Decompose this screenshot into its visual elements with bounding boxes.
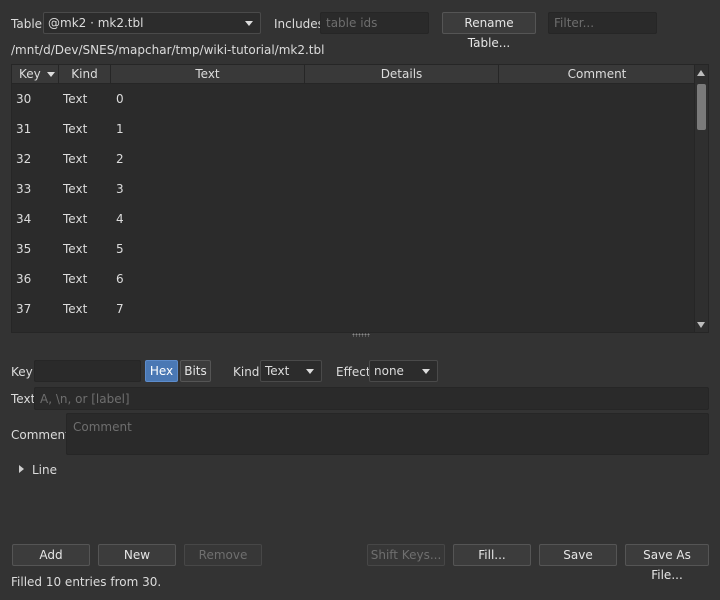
entries-table[interactable]: Key Kind Text Details Comment 30 Text 0 … [11, 64, 709, 333]
column-header-details-label: Details [380, 67, 423, 81]
cell-key: 32 [16, 152, 32, 166]
table-row[interactable]: 34 Text 4 [12, 204, 695, 234]
chevron-down-icon [422, 369, 430, 374]
table-header: Key Kind Text Details Comment [12, 65, 695, 84]
cell-text: 4 [116, 212, 124, 226]
cell-kind: Text [63, 242, 88, 256]
cell-key: 31 [16, 122, 32, 136]
kind-label: Kind [233, 365, 260, 379]
new-button[interactable]: New [98, 544, 176, 566]
chevron-down-icon [245, 21, 253, 26]
sort-descending-icon [47, 72, 55, 77]
cell-kind: Text [63, 272, 88, 286]
cell-kind: Text [63, 324, 87, 332]
cell-key: 33 [16, 182, 32, 196]
cell-key: 34 [16, 212, 32, 226]
key-label: Key [11, 365, 33, 379]
column-header-comment-label: Comment [567, 67, 627, 81]
cell-kind: Text [63, 152, 88, 166]
fill-button[interactable]: Fill... [453, 544, 531, 566]
table-row[interactable]: 38 Text 8 [12, 324, 695, 332]
cell-key: 36 [16, 272, 32, 286]
status-text: Filled 10 entries from 30. [11, 575, 162, 589]
scroll-up-icon[interactable] [697, 70, 705, 76]
splitter-grip-icon[interactable] [352, 333, 370, 337]
comment-label: Comment [11, 428, 70, 442]
table-row[interactable]: 32 Text 2 [12, 144, 695, 174]
filter-input[interactable] [548, 12, 657, 34]
effect-select-value: none [374, 364, 404, 378]
bits-toggle-button[interactable]: Bits [180, 360, 211, 382]
includes-input[interactable] [320, 12, 429, 34]
line-expander[interactable]: Line [18, 462, 68, 478]
kind-select-value: Text [265, 364, 290, 378]
text-input[interactable] [34, 387, 709, 410]
table-row[interactable]: 31 Text 1 [12, 114, 695, 144]
comment-textarea[interactable] [66, 413, 709, 455]
cell-key: 37 [16, 302, 32, 316]
column-header-comment[interactable]: Comment [499, 65, 695, 84]
add-button[interactable]: Add [12, 544, 90, 566]
column-header-key[interactable]: Key [12, 65, 59, 84]
hex-toggle-button[interactable]: Hex [145, 360, 178, 382]
table-row[interactable]: 30 Text 0 [12, 84, 695, 114]
kind-select[interactable]: Text [260, 360, 322, 382]
table-select-value: @mk2 · mk2.tbl [48, 16, 144, 30]
cell-kind: Text [63, 92, 88, 106]
remove-button[interactable]: Remove [184, 544, 262, 566]
column-header-kind-label: Kind [71, 67, 98, 81]
column-header-details[interactable]: Details [305, 65, 499, 84]
cell-text: 0 [116, 92, 124, 106]
cell-text: 7 [116, 302, 124, 316]
effect-label: Effect [336, 365, 371, 379]
save-as-file-button[interactable]: Save As File... [625, 544, 709, 582]
column-header-text-label: Text [195, 67, 220, 81]
cell-kind: Text [63, 122, 88, 136]
file-path: /mnt/d/Dev/SNES/mapchar/tmp/wiki-tutoria… [11, 43, 325, 57]
chevron-right-icon [19, 465, 24, 473]
column-header-key-label: Key [19, 67, 41, 81]
cell-kind: Text [63, 212, 88, 226]
column-header-text[interactable]: Text [111, 65, 305, 84]
cell-kind: Text [63, 302, 88, 316]
shift-keys-button[interactable]: Shift Keys... [367, 544, 445, 566]
table-label: Table [11, 17, 43, 31]
scrollbar-thumb[interactable] [697, 84, 706, 130]
includes-label: Includes [274, 17, 324, 31]
table-row[interactable]: 37 Text 7 [12, 294, 695, 324]
text-label: Text [11, 392, 36, 406]
cell-kind: Text [63, 182, 88, 196]
table-row[interactable]: 33 Text 3 [12, 174, 695, 204]
table-row[interactable]: 36 Text 6 [12, 264, 695, 294]
table-scrollbar[interactable] [694, 65, 708, 332]
table-row[interactable]: 35 Text 5 [12, 234, 695, 264]
column-header-kind[interactable]: Kind [59, 65, 111, 84]
cell-text: 8 [116, 324, 124, 332]
table-body: 30 Text 0 31 Text 1 32 Text 2 33 Text 3 … [12, 84, 695, 332]
cell-text: 1 [116, 122, 124, 136]
key-input[interactable] [34, 360, 141, 382]
rename-table-button[interactable]: Rename Table... [442, 12, 536, 50]
table-select[interactable]: @mk2 · mk2.tbl [43, 12, 261, 34]
cell-text: 6 [116, 272, 124, 286]
cell-text: 2 [116, 152, 124, 166]
cell-key: 35 [16, 242, 32, 256]
cell-key: 38 [16, 324, 31, 332]
effect-select[interactable]: none [369, 360, 438, 382]
chevron-down-icon [306, 369, 314, 374]
scroll-down-icon[interactable] [697, 322, 705, 328]
cell-text: 3 [116, 182, 124, 196]
cell-text: 5 [116, 242, 124, 256]
save-button[interactable]: Save [539, 544, 617, 566]
cell-key: 30 [16, 92, 32, 106]
line-label: Line [32, 463, 58, 477]
